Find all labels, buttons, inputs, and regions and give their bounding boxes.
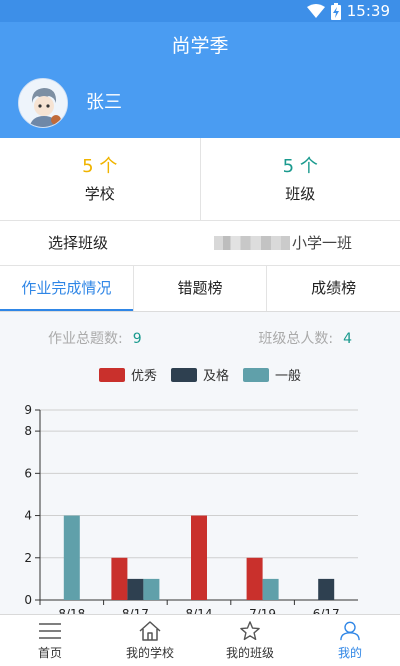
bar-一般-8/17 <box>143 578 160 600</box>
legend-item-average[interactable]: 一般 <box>243 365 301 384</box>
bar-一般-7/19 <box>262 578 279 600</box>
homework-total-value: 9 <box>132 331 142 347</box>
redacted-school-name <box>213 236 290 250</box>
x-tick-label: 8/14 <box>186 607 213 614</box>
x-tick-label: 8/17 <box>122 607 149 614</box>
bar-一般-8/18 <box>63 515 80 600</box>
class-select-row[interactable]: 选择班级 小学一班 <box>0 221 400 266</box>
class-count-card[interactable]: 5 个 班级 <box>199 138 400 220</box>
tab-bar: 作业完成情况 错题榜 成绩榜 <box>0 266 400 312</box>
star-icon <box>200 621 300 641</box>
nav-me[interactable]: 我的 <box>300 615 400 666</box>
school-count-label: 学校 <box>84 185 115 203</box>
nav-home[interactable]: 首页 <box>0 615 100 666</box>
homework-total: 作业总题数: 9 <box>48 328 142 348</box>
legend-item-excellent[interactable]: 优秀 <box>98 365 157 384</box>
class-select-value: 小学一班 <box>213 221 352 265</box>
class-count-label: 班级 <box>285 185 316 203</box>
profile-header: 张三 <box>0 70 400 138</box>
legend-label-pass: 及格 <box>202 369 229 384</box>
nav-my-school[interactable]: 我的学校 <box>100 615 200 666</box>
y-tick-label: 6 <box>24 466 32 480</box>
status-time: 15:39 <box>346 2 390 20</box>
legend-swatch-pass <box>170 367 197 382</box>
legend-label-excellent: 优秀 <box>130 369 157 384</box>
class-select-label: 选择班级 <box>48 234 109 252</box>
person-icon <box>300 621 400 641</box>
stats-row: 5 个 学校 5 个 班级 <box>0 138 400 221</box>
nav-my-class-label: 我的班级 <box>225 646 274 660</box>
student-total-value: 4 <box>343 331 352 347</box>
bar-优秀-7/19 <box>246 557 263 600</box>
legend-item-pass[interactable]: 及格 <box>170 365 229 384</box>
battery-charging-icon <box>330 2 341 20</box>
legend-swatch-excellent <box>98 367 125 382</box>
avatar[interactable] <box>18 78 68 128</box>
nav-me-label: 我的 <box>337 646 362 660</box>
x-tick-label: 7/19 <box>249 607 276 614</box>
y-tick-label: 9 <box>24 403 32 417</box>
tab-grades[interactable]: 成绩榜 <box>266 266 400 311</box>
nav-my-school-label: 我的学校 <box>125 646 174 660</box>
y-tick-label: 4 <box>24 509 32 523</box>
user-name: 张三 <box>86 92 122 113</box>
legend-label-average: 一般 <box>275 369 302 384</box>
nav-my-class[interactable]: 我的班级 <box>200 615 300 666</box>
chart-legend: 优秀 及格 一般 <box>0 365 400 384</box>
status-bar: 15:39 <box>0 0 400 22</box>
y-tick-label: 8 <box>24 424 32 438</box>
student-total: 班级总人数: 4 <box>258 328 352 348</box>
bottom-nav: 首页 我的学校 我的班级 我的 <box>0 614 400 666</box>
bar-及格-6/17 <box>318 578 335 600</box>
wifi-icon <box>306 4 325 18</box>
bar-及格-8/17 <box>127 578 144 600</box>
app-title: 尚学季 <box>0 22 400 70</box>
school-count: 5 个 <box>82 156 118 177</box>
tab-wrong-questions[interactable]: 错题榜 <box>132 266 267 311</box>
school-count-card[interactable]: 5 个 学校 <box>0 138 200 220</box>
y-tick-label: 0 <box>24 593 32 607</box>
bar-优秀-8/14 <box>191 515 207 600</box>
homework-chart-panel: 作业总题数: 9 班级总人数: 4 优秀 及格 一般 0 2 4 6 8 9 8/18 8/17 8… <box>0 312 400 614</box>
x-tick-label: 6/17 <box>313 607 340 614</box>
student-total-label: 班级总人数: <box>258 331 334 347</box>
menu-icon <box>0 621 100 641</box>
bar-优秀-8/17 <box>111 557 128 600</box>
homework-total-label: 作业总题数: <box>48 331 123 347</box>
home-icon <box>100 621 200 641</box>
x-tick-label: 8/18 <box>58 607 85 614</box>
tab-homework-completion[interactable]: 作业完成情况 <box>0 266 133 311</box>
class-count: 5 个 <box>282 156 318 177</box>
nav-home-label: 首页 <box>37 646 62 660</box>
class-name: 小学一班 <box>291 234 352 252</box>
y-tick-label: 2 <box>24 551 32 565</box>
legend-swatch-average <box>243 367 269 382</box>
homework-bar-chart: 0 2 4 6 8 9 8/18 8/17 8/14 7/19 6/17 <box>24 403 358 614</box>
